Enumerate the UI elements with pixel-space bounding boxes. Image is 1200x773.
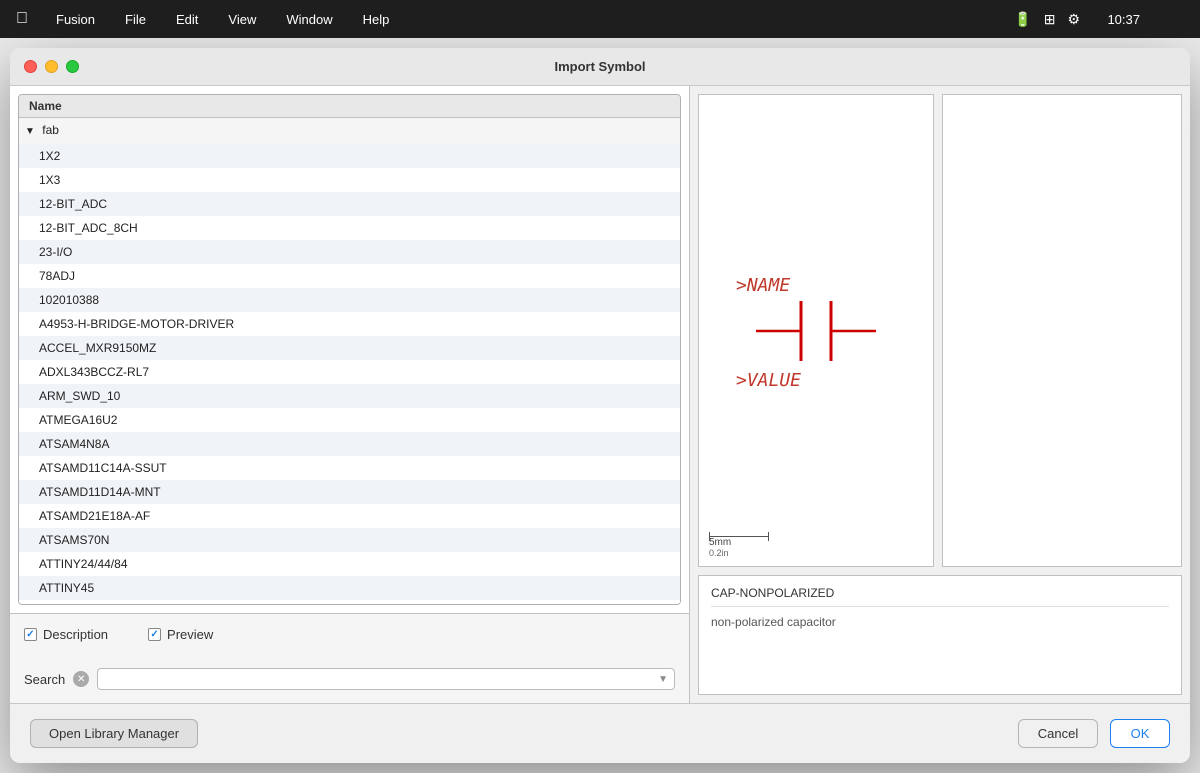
scale-indicator: 5mm 0.2in bbox=[709, 536, 769, 558]
list-item[interactable]: A4953-H-BRIDGE-MOTOR-DRIVER bbox=[19, 312, 680, 336]
import-symbol-dialog: Import Symbol Name ▼ fab 1X2 1X3 bbox=[10, 48, 1190, 763]
description-checkbox-box[interactable] bbox=[24, 628, 37, 641]
dialog-body: Name ▼ fab 1X2 1X3 12-BIT_ADC 12-BIT_ADC… bbox=[10, 86, 1190, 763]
dialog-title: Import Symbol bbox=[554, 59, 645, 74]
bottom-controls: Description Preview Search ✕ ▼ bbox=[10, 613, 689, 703]
list-item[interactable]: 12-BIT_ADC_8CH bbox=[19, 216, 680, 240]
list-item[interactable]: ACCEL_MXR9150MZ bbox=[19, 336, 680, 360]
description-checkbox[interactable]: Description bbox=[24, 627, 108, 642]
menu-help[interactable]: Help bbox=[357, 10, 396, 29]
list-item[interactable]: ADXL343BCCZ-RL7 bbox=[19, 360, 680, 384]
search-dropdown-icon[interactable]: ▼ bbox=[658, 674, 668, 685]
package-preview bbox=[942, 94, 1182, 567]
scale-label: 5mm bbox=[709, 537, 731, 548]
list-item[interactable]: ATTINY24/44/84 bbox=[19, 552, 680, 576]
menu-file[interactable]: File bbox=[119, 10, 152, 29]
list-item[interactable]: 23-I/O bbox=[19, 240, 680, 264]
apple-menu-icon[interactable]:  bbox=[16, 10, 28, 28]
list-item[interactable]: ARM_SWD_10 bbox=[19, 384, 680, 408]
search-row: Search ✕ ▼ bbox=[24, 668, 675, 690]
list-item[interactable]: ATMEGA16U2 bbox=[19, 408, 680, 432]
list-item[interactable]: 1X2 bbox=[19, 144, 680, 168]
battery-icon: 🔋 bbox=[1014, 11, 1031, 28]
main-area: Name ▼ fab 1X2 1X3 12-BIT_ADC 12-BIT_ADC… bbox=[10, 86, 1190, 703]
close-button[interactable] bbox=[24, 60, 37, 73]
search-input-wrapper[interactable]: ▼ bbox=[97, 668, 675, 690]
list-item[interactable]: ATTINY412 bbox=[19, 600, 680, 604]
checkbox-row: Description Preview bbox=[24, 627, 675, 642]
menu-fusion[interactable]: Fusion bbox=[50, 10, 101, 29]
search-input[interactable] bbox=[104, 672, 658, 686]
right-panel: >NAME >VALUE bbox=[690, 86, 1190, 703]
minimize-button[interactable] bbox=[45, 60, 58, 73]
left-panel: Name ▼ fab 1X2 1X3 12-BIT_ADC 12-BIT_ADC… bbox=[10, 86, 690, 703]
traffic-lights bbox=[24, 60, 79, 73]
preview-top: >NAME >VALUE bbox=[690, 86, 1190, 571]
preview-checkbox-box[interactable] bbox=[148, 628, 161, 641]
list-item[interactable]: ATSAMS70N bbox=[19, 528, 680, 552]
description-title: CAP-NONPOLARIZED bbox=[711, 586, 1169, 607]
search-label: Search bbox=[24, 672, 65, 687]
list-item[interactable]: 1X3 bbox=[19, 168, 680, 192]
preview-checkbox[interactable]: Preview bbox=[148, 627, 213, 642]
footer: Open Library Manager Cancel OK bbox=[10, 703, 1190, 763]
list-item[interactable]: ATSAMD11D14A-MNT bbox=[19, 480, 680, 504]
description-body: non-polarized capacitor bbox=[711, 615, 1169, 629]
layout-icon: ⊞ bbox=[1044, 11, 1056, 28]
menu-edit[interactable]: Edit bbox=[170, 10, 204, 29]
list-item[interactable]: ATSAMD21E18A-AF bbox=[19, 504, 680, 528]
maximize-button[interactable] bbox=[66, 60, 79, 73]
menu-view[interactable]: View bbox=[222, 10, 262, 29]
menu-window[interactable]: Window bbox=[280, 10, 338, 29]
settings-icon: ⚙ bbox=[1067, 11, 1080, 28]
preview-checkbox-label: Preview bbox=[167, 627, 213, 642]
list-header: Name bbox=[19, 95, 680, 118]
svg-text:>VALUE: >VALUE bbox=[736, 370, 801, 391]
svg-text:>NAME: >NAME bbox=[736, 275, 790, 296]
list-item[interactable]: ATSAMD11C14A-SSUT bbox=[19, 456, 680, 480]
collapse-arrow-icon: ▼ bbox=[25, 126, 35, 137]
open-library-manager-button[interactable]: Open Library Manager bbox=[30, 719, 198, 748]
list-item[interactable]: ATTINY45 bbox=[19, 576, 680, 600]
symbol-list-container: Name ▼ fab 1X2 1X3 12-BIT_ADC 12-BIT_ADC… bbox=[18, 94, 681, 605]
ok-button[interactable]: OK bbox=[1110, 719, 1170, 748]
scale-line bbox=[709, 536, 769, 537]
symbol-svg: >NAME >VALUE bbox=[716, 231, 916, 431]
clock-display: 10:37 bbox=[1107, 12, 1140, 27]
list-item[interactable]: ATSAM4N8A bbox=[19, 432, 680, 456]
list-item[interactable]: 12-BIT_ADC bbox=[19, 192, 680, 216]
list-item[interactable]: 78ADJ bbox=[19, 264, 680, 288]
scale-sub-label: 0.2in bbox=[709, 548, 729, 558]
list-item[interactable]: 102010388 bbox=[19, 288, 680, 312]
menu-bar-status-icons: 🔋 ⊞ ⚙ bbox=[1014, 11, 1080, 28]
description-area: CAP-NONPOLARIZED non-polarized capacitor bbox=[698, 575, 1182, 695]
symbol-preview: >NAME >VALUE bbox=[698, 94, 934, 567]
footer-right: Cancel OK bbox=[1018, 719, 1170, 748]
description-checkbox-label: Description bbox=[43, 627, 108, 642]
title-bar: Import Symbol bbox=[10, 48, 1190, 86]
scale-bar bbox=[709, 536, 769, 537]
cancel-button[interactable]: Cancel bbox=[1018, 719, 1098, 748]
list-item-fab[interactable]: ▼ fab bbox=[19, 118, 680, 144]
menu-bar:  Fusion File Edit View Window Help 🔋 ⊞ … bbox=[0, 0, 1200, 38]
search-clear-button[interactable]: ✕ bbox=[73, 671, 89, 687]
symbol-list-body[interactable]: ▼ fab 1X2 1X3 12-BIT_ADC 12-BIT_ADC_8CH … bbox=[19, 118, 680, 604]
